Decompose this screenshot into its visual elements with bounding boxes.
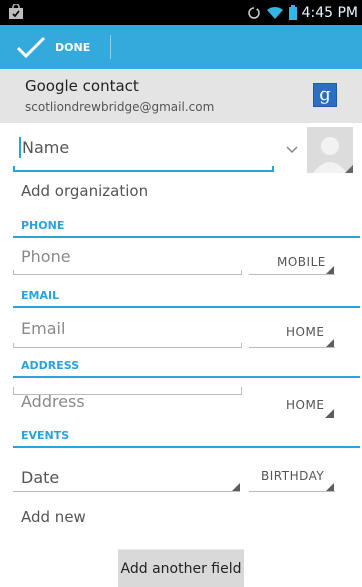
section-phone: PHONE <box>13 216 360 238</box>
contact-photo[interactable] <box>307 127 353 173</box>
event-date-field[interactable]: Date <box>21 468 59 487</box>
email-type-selector[interactable]: HOME <box>286 325 324 339</box>
section-phone-label: PHONE <box>21 219 65 232</box>
add-organization-link[interactable]: Add organization <box>21 182 148 200</box>
text-cursor <box>19 137 21 158</box>
address-type-dropdown-icon <box>325 409 334 418</box>
section-address-rule <box>13 376 360 378</box>
add-new-event-link[interactable]: Add new <box>21 508 86 526</box>
email-field-underline <box>13 343 242 348</box>
checkmark-icon <box>16 36 46 58</box>
section-events: EVENTS <box>13 426 360 448</box>
done-button[interactable]: DONE <box>0 25 112 69</box>
shopping-bag-icon <box>9 4 23 19</box>
phone-type-selector[interactable]: MOBILE <box>277 255 326 269</box>
google-logo-icon: g <box>313 83 337 107</box>
action-bar-divider <box>110 35 111 59</box>
status-bar: 4:45 PM <box>0 0 362 25</box>
account-title: Google contact <box>25 77 139 95</box>
section-email-label: EMAIL <box>21 289 60 302</box>
section-address-label: ADDRESS <box>21 359 80 372</box>
status-time: 4:45 PM <box>301 4 358 21</box>
account-header: Google contact scotliondrewbridge@gmail.… <box>0 69 362 123</box>
section-email: EMAIL <box>13 286 360 308</box>
section-email-rule <box>13 306 360 308</box>
phone-field[interactable]: Phone <box>21 247 71 266</box>
event-type-selector[interactable]: BIRTHDAY <box>261 469 324 483</box>
address-field-underline <box>13 387 242 395</box>
email-type-underline <box>249 343 335 348</box>
address-type-selector[interactable]: HOME <box>286 398 324 412</box>
section-phone-rule <box>13 236 360 238</box>
action-bar: DONE <box>0 25 362 69</box>
section-address: ADDRESS <box>13 356 360 378</box>
chevron-down-icon[interactable] <box>286 146 298 154</box>
account-email: scotliondrewbridge@gmail.com <box>25 100 215 114</box>
add-another-field-button[interactable]: Add another field <box>118 549 244 587</box>
event-type-underline <box>249 487 335 492</box>
name-field-underline <box>13 166 274 172</box>
phone-field-underline <box>13 270 242 275</box>
done-label: DONE <box>55 40 91 54</box>
email-field[interactable]: Email <box>21 319 65 338</box>
sync-icon <box>247 6 260 19</box>
section-events-rule <box>13 446 360 448</box>
photo-corner-indicator <box>345 165 353 173</box>
event-date-underline <box>13 487 240 492</box>
battery-icon <box>288 5 297 20</box>
phone-type-underline <box>249 270 335 275</box>
name-field[interactable]: Name <box>22 138 69 157</box>
section-events-label: EVENTS <box>21 429 70 442</box>
wifi-icon <box>266 6 283 19</box>
